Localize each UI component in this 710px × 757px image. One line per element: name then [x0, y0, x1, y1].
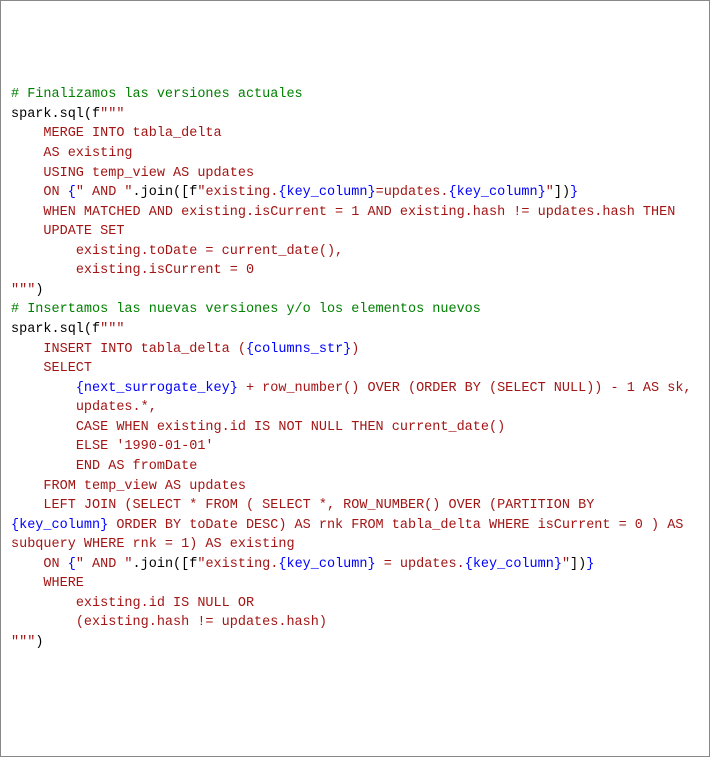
- brace: }: [586, 557, 594, 572]
- code-text: .join([f: [133, 185, 198, 200]
- sql-text: existing.toDate = current_date(),: [11, 244, 343, 259]
- sql-text: MERGE INTO tabla_delta: [11, 126, 230, 141]
- sql-text: UPDATE SET: [11, 224, 124, 239]
- sql-text: USING temp_view AS updates: [11, 166, 254, 181]
- sql-text: CASE WHEN existing.id IS NOT NULL THEN c…: [11, 420, 513, 435]
- sql-text: ): [351, 342, 359, 357]
- string: = updates.: [376, 557, 465, 572]
- sql-text: AS existing: [11, 146, 133, 161]
- sql-text: existing.isCurrent = 0: [11, 263, 254, 278]
- sql-text: INSERT INTO tabla_delta (: [11, 342, 246, 357]
- comment: # Insertamos las nuevas versiones y/o lo…: [11, 302, 481, 317]
- paren: ): [35, 283, 43, 298]
- string: ": [562, 557, 570, 572]
- brace: {: [68, 557, 76, 572]
- placeholder: {key_column}: [11, 518, 108, 533]
- placeholder: {key_column}: [465, 557, 562, 572]
- code-text: .join([f: [133, 557, 198, 572]
- string-open: """: [100, 322, 124, 337]
- sql-text: END AS fromDate: [11, 459, 197, 474]
- brace: }: [570, 185, 578, 200]
- sql-text: ON: [11, 185, 68, 200]
- placeholder: {next_surrogate_key}: [76, 381, 238, 396]
- code-text: spark.sql(f: [11, 107, 100, 122]
- string: " AND ": [76, 557, 133, 572]
- string: "existing.: [197, 557, 278, 572]
- placeholder: {columns_str}: [246, 342, 351, 357]
- sql-text: ON: [11, 557, 68, 572]
- string: " AND ": [76, 185, 133, 200]
- sql-text: [11, 381, 76, 396]
- paren: ): [35, 635, 43, 650]
- brace: {: [68, 185, 76, 200]
- sql-text: WHERE: [11, 576, 92, 591]
- string-close: """: [11, 635, 35, 650]
- string: =updates.: [376, 185, 449, 200]
- string-open: """: [100, 107, 124, 122]
- sql-text: updates.*,: [11, 400, 157, 415]
- sql-text: ORDER BY toDate DESC) AS rnk FROM tabla_…: [11, 518, 692, 553]
- sql-text: FROM temp_view AS updates: [11, 479, 246, 494]
- sql-text: SELECT: [11, 361, 100, 376]
- string-close: """: [11, 283, 35, 298]
- sql-text: ELSE '1990-01-01': [11, 439, 222, 454]
- sql-text: + row_number() OVER (ORDER BY (SELECT NU…: [238, 381, 692, 396]
- string: "existing.: [197, 185, 278, 200]
- code-text: spark.sql(f: [11, 322, 100, 337]
- code-text: ]): [570, 557, 586, 572]
- placeholder: {key_column}: [278, 185, 375, 200]
- code-text: ]): [554, 185, 570, 200]
- code-block: # Finalizamos las versiones actuales spar…: [11, 85, 699, 652]
- comment: # Finalizamos las versiones actuales: [11, 87, 303, 102]
- sql-text: (existing.hash != updates.hash): [11, 615, 327, 630]
- sql-text: LEFT JOIN (SELECT * FROM ( SELECT *, ROW…: [11, 498, 602, 513]
- sql-text: WHEN MATCHED AND existing.isCurrent = 1 …: [11, 205, 675, 220]
- string: ": [546, 185, 554, 200]
- placeholder: {key_column}: [449, 185, 546, 200]
- sql-text: existing.id IS NULL OR: [11, 596, 254, 611]
- placeholder: {key_column}: [278, 557, 375, 572]
